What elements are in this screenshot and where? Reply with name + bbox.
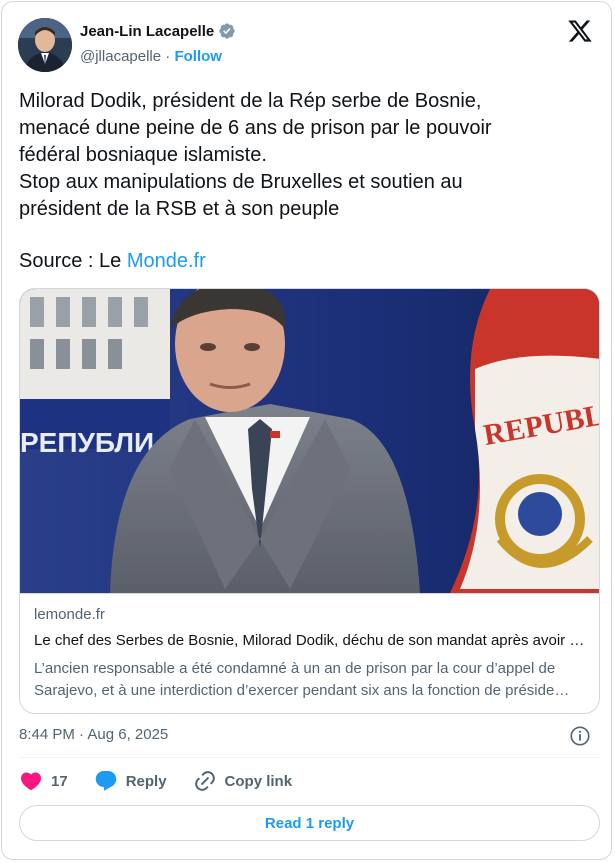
tweet-timestamp[interactable]: 8:44 PM · Aug 6, 2025 — [19, 726, 168, 743]
link-domain: lemonde.fr — [34, 606, 105, 623]
author-handle-row: @jllacapelle · Follow — [80, 48, 222, 65]
heart-icon — [20, 772, 42, 791]
read-replies-button[interactable]: Read 1 reply — [19, 805, 600, 841]
follow-button[interactable]: Follow — [174, 48, 222, 65]
verified-badge-icon — [218, 22, 236, 40]
source-prefix: Source : Le — [19, 250, 127, 272]
author-name-row: Jean-Lin Lacapelle — [80, 22, 236, 40]
tweet-card: Jean-Lin Lacapelle @jllacapelle · Follow… — [1, 1, 612, 860]
link-icon — [194, 771, 215, 791]
author-handle[interactable]: @jllacapelle — [80, 48, 161, 65]
avatar[interactable] — [18, 18, 72, 72]
info-icon[interactable] — [569, 725, 591, 747]
copy-link-button[interactable]: Copy link — [193, 769, 293, 793]
x-logo-icon[interactable] — [567, 18, 593, 44]
tweet-source-line: Source : Le Monde.fr — [19, 248, 206, 275]
tweet-text: Milorad Dodik, président de la Rép serbe… — [19, 90, 492, 220]
link-description: L’ancien responsable a été condamné à un… — [34, 660, 567, 699]
like-count: 17 — [51, 772, 68, 790]
link-headline: Le chef des Serbes de Bosnie, Milorad Do… — [34, 632, 589, 649]
action-bar: 17 Reply Copy link — [19, 769, 318, 793]
handle-separator: · — [165, 48, 171, 65]
reply-bubble-icon — [95, 771, 116, 791]
like-button[interactable]: 17 — [19, 769, 68, 793]
divider — [19, 757, 600, 758]
copy-link-label: Copy link — [224, 772, 293, 790]
source-link[interactable]: Monde.fr — [127, 250, 206, 272]
link-preview-card[interactable]: РЕПУБЛИ REPUBLI lemonde.fr Le chef des S… — [19, 288, 600, 714]
article-photo[interactable]: РЕПУБЛИ REPUBLI — [20, 289, 599, 593]
reply-button[interactable]: Reply — [94, 769, 167, 793]
link-preview-meta[interactable]: lemonde.fr Le chef des Serbes de Bosnie,… — [20, 593, 599, 713]
author-display-name[interactable]: Jean-Lin Lacapelle — [80, 23, 214, 40]
background-banner-text: РЕПУБЛИ — [20, 427, 154, 458]
reply-label: Reply — [125, 772, 167, 790]
